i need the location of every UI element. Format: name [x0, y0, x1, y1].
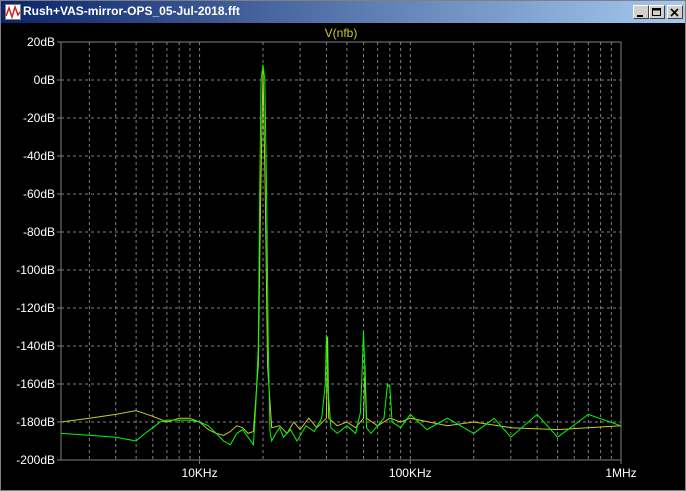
minimize-icon — [637, 15, 643, 17]
y-tick-label: -40dB — [23, 149, 55, 163]
y-tick-label: -100dB — [16, 263, 55, 277]
waveform-app-icon — [5, 4, 21, 20]
y-tick-label: -160dB — [16, 377, 55, 391]
chart-title: V(nfb) — [325, 26, 358, 40]
plot-grid — [61, 41, 621, 461]
y-tick-label: -20dB — [23, 111, 55, 125]
fft-window: Rush+VAS-mirror-OPS_05-Jul-2018.fft V(nf… — [0, 0, 686, 491]
y-tick-label: -200dB — [16, 453, 55, 467]
y-tick-label: -120dB — [16, 301, 55, 315]
y-tick-label: -80dB — [23, 225, 55, 239]
close-button[interactable] — [667, 5, 683, 19]
maximize-icon — [652, 8, 661, 16]
title-bar[interactable]: Rush+VAS-mirror-OPS_05-Jul-2018.fft — [1, 1, 685, 23]
fft-plot[interactable]: V(nfb) 20dB 0dB -20dB -40dB -60dB -80dB -100dB… — [1, 23, 685, 490]
x-tick-label: 10KHz — [182, 466, 218, 480]
y-tick-label: -180dB — [16, 415, 55, 429]
close-icon — [670, 8, 679, 17]
y-tick-label: -140dB — [16, 339, 55, 353]
x-tick-label: 1MHz — [605, 466, 636, 480]
x-axis-ticks: 10KHz 100KHz 1MHz — [182, 460, 637, 480]
y-tick-label: 0dB — [34, 73, 55, 87]
y-axis-ticks: 20dB 0dB -20dB -40dB -60dB -80dB -100dB -120dB -… — [16, 35, 61, 467]
y-tick-label: 20dB — [27, 35, 55, 49]
maximize-button[interactable] — [649, 5, 665, 19]
window-title: Rush+VAS-mirror-OPS_05-Jul-2018.fft — [23, 4, 240, 18]
minimize-button[interactable] — [633, 5, 649, 19]
y-tick-label: -60dB — [23, 187, 55, 201]
x-tick-label: 100KHz — [389, 466, 432, 480]
